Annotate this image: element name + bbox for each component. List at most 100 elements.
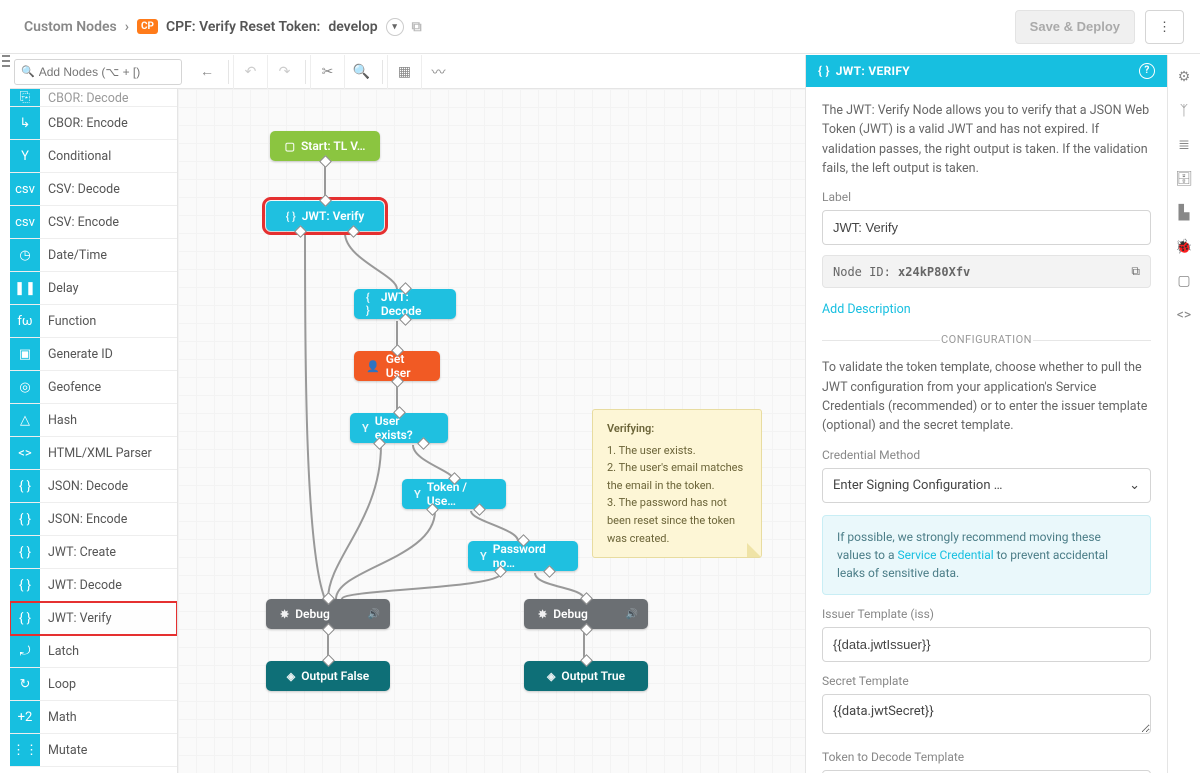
node-label: Debug xyxy=(295,607,330,621)
palette-item-cut[interactable]: ⎘ CBOR: Decode xyxy=(10,89,177,107)
configuration-divider: CONFIGURATION xyxy=(822,333,1151,346)
inspector-header: { } JWT: VERIFY ? xyxy=(806,55,1167,87)
cred-method-select[interactable]: Enter Signing Configuration … ⌄ xyxy=(822,468,1151,503)
jwt-icon: { } xyxy=(286,210,296,223)
align-icon[interactable]: 〰 xyxy=(421,55,455,89)
palette-item-icon: fω xyxy=(10,305,40,337)
node-output-false[interactable]: ◈ Output False xyxy=(266,661,390,691)
credential-callout: If possible, we strongly recommend movin… xyxy=(822,515,1151,595)
node-debug-right[interactable]: ✸ Debug 🔊 xyxy=(524,599,648,629)
list-icon[interactable]: ≣ xyxy=(1178,137,1190,153)
redo-button[interactable]: ↷ xyxy=(267,55,301,89)
palette-item[interactable]: { }JSON: Encode xyxy=(10,503,177,536)
palette-item[interactable]: { }JWT: Decode xyxy=(10,569,177,602)
palette-item-icon: { } xyxy=(10,602,40,634)
palette-item-label: JSON: Decode xyxy=(48,479,128,494)
node-label: User exists? xyxy=(375,414,436,442)
node-id-value: x24kP80Xfv xyxy=(898,265,970,279)
palette-item-label: Date/Time xyxy=(48,248,107,263)
branch-dropdown[interactable]: ▾ xyxy=(386,18,404,36)
palette-item-label: Geofence xyxy=(48,380,101,395)
workflow-canvas[interactable]: ▢ Start: TL V… { } JWT: Verify { } JWT: … xyxy=(178,89,805,773)
node-get-user[interactable]: 👤 Get User xyxy=(354,351,440,381)
node-password-no[interactable]: Y Password no… xyxy=(468,541,578,571)
palette-item[interactable]: { }JWT: Verify xyxy=(10,602,177,635)
top-bar: Custom Nodes › CP CPF: Verify Reset Toke… xyxy=(0,0,1200,54)
undo-button[interactable]: ↶ xyxy=(233,55,267,89)
copy-icon[interactable]: ⧉ xyxy=(412,19,422,35)
secret-input[interactable]: {{data.jwtSecret}} xyxy=(822,694,1151,734)
code-icon[interactable]: <> xyxy=(1177,307,1191,323)
node-debug-left[interactable]: ✸ Debug 🔊 xyxy=(266,599,390,629)
palette-item-icon: csv xyxy=(10,173,40,205)
node-user-exists[interactable]: Y User exists? xyxy=(350,413,448,443)
palette-item[interactable]: csv CSV: Decode xyxy=(10,173,177,206)
bug-icon: ✸ xyxy=(538,608,547,621)
search-icon: 🔍 xyxy=(21,65,35,78)
add-description-link[interactable]: Add Description xyxy=(822,302,911,317)
database-icon[interactable]: 🗄 xyxy=(1175,171,1193,187)
palette-item-label: Latch xyxy=(48,644,79,659)
palette-item[interactable]: ❚❚Delay xyxy=(10,272,177,305)
palette-item[interactable]: { } JSON: Decode xyxy=(10,470,177,503)
volume-icon: 🔊 xyxy=(626,609,638,620)
palette-item-icon: <> xyxy=(10,437,40,469)
debug-icon[interactable]: 🐞 xyxy=(1175,239,1192,255)
palette-item[interactable]: ⤾ Latch xyxy=(10,635,177,668)
cut-icon[interactable]: ✂ xyxy=(310,55,344,89)
palette-item[interactable]: +2Math xyxy=(10,701,177,734)
node-jwt-decode[interactable]: { } JWT: Decode xyxy=(354,289,456,319)
add-nodes-search[interactable]: 🔍 xyxy=(14,59,182,85)
zoom-icon[interactable]: 🔍 xyxy=(344,55,378,89)
node-label: JWT: Decode xyxy=(381,290,444,318)
save-deploy-button[interactable]: Save & Deploy xyxy=(1015,10,1135,44)
palette-item-icon: { } xyxy=(10,470,40,502)
label-input[interactable] xyxy=(822,210,1151,245)
node-jwt-verify[interactable]: { } JWT: Verify xyxy=(266,201,384,231)
branch-icon[interactable]: ᛉ xyxy=(1180,103,1188,119)
palette-item-icon: Y xyxy=(10,140,40,172)
palette-item-label: Delay xyxy=(48,281,79,296)
palette-item[interactable]: ↻Loop xyxy=(10,668,177,701)
search-input[interactable] xyxy=(39,65,175,79)
gear-icon[interactable]: ⚙ xyxy=(1178,69,1191,85)
node-token-use[interactable]: Y Token / Use… xyxy=(402,479,506,509)
palette-item-label: CSV: Decode xyxy=(48,182,120,197)
palette-item[interactable]: csvCSV: Encode xyxy=(10,206,177,239)
service-credential-link[interactable]: Service Credential xyxy=(897,548,993,562)
palette-item[interactable]: ↳CBOR: Encode xyxy=(10,107,177,140)
palette-item[interactable]: { }JWT: Create xyxy=(10,536,177,569)
palette-item-label: Hash xyxy=(48,413,77,428)
more-menu-button[interactable]: ⋮ xyxy=(1145,10,1184,44)
palette-item[interactable]: <>HTML/XML Parser xyxy=(10,437,177,470)
breadcrumb-root[interactable]: Custom Nodes xyxy=(24,19,117,35)
back-button[interactable]: ← xyxy=(190,55,224,89)
palette-item[interactable]: ◷Date/Time xyxy=(10,239,177,272)
canvas-note[interactable]: Verifying: 1. The user exists. 2. The us… xyxy=(592,409,762,558)
palette-item[interactable]: ⋮⋮Mutate xyxy=(10,734,177,767)
palette-item-label: Conditional xyxy=(48,149,111,164)
palette-item-icon: csv xyxy=(10,206,40,238)
node-palette: ⎘ CBOR: Decode ↳CBOR: EncodeY Conditional… xyxy=(10,89,178,773)
palette-item[interactable]: ◎Geofence xyxy=(10,371,177,404)
palette-item[interactable]: ▣Generate ID xyxy=(10,338,177,371)
palette-item-label: JWT: Create xyxy=(48,545,116,560)
palette-item[interactable]: fωFunction xyxy=(10,305,177,338)
palette-item-icon: { } xyxy=(10,503,40,535)
help-icon[interactable]: ? xyxy=(1139,63,1155,79)
branch-icon: Y xyxy=(362,422,369,435)
node-start[interactable]: ▢ Start: TL V… xyxy=(270,131,380,161)
node-label: Debug xyxy=(553,607,588,621)
palette-item-icon: ⎘ xyxy=(10,89,40,106)
issuer-input[interactable] xyxy=(822,627,1151,662)
add-node-icon[interactable]: ▦ xyxy=(387,55,421,89)
palette-item-label: JWT: Decode xyxy=(48,578,122,593)
copy-icon[interactable]: ⧉ xyxy=(1131,264,1140,279)
device-icon[interactable]: ▢ xyxy=(1177,273,1190,289)
palette-item-icon: ⤾ xyxy=(10,635,40,667)
histogram-icon[interactable]: ▙ xyxy=(1179,205,1190,221)
node-output-true[interactable]: ◈ Output True xyxy=(524,661,648,691)
palette-item[interactable]: △Hash xyxy=(10,404,177,437)
branch-icon: Y xyxy=(480,550,487,563)
palette-item[interactable]: Y Conditional xyxy=(10,140,177,173)
